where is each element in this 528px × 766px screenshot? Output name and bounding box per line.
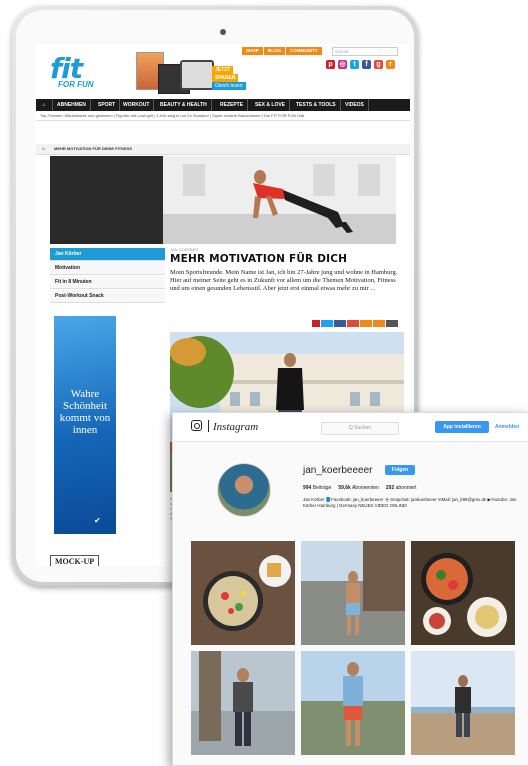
home-icon[interactable]: ⌂ [36,99,53,111]
googleplus-share-icon[interactable] [347,320,359,327]
facebook-icon[interactable]: f [362,60,371,69]
camera-icon [220,29,226,35]
instagram-logo[interactable]: Instagram [213,421,258,433]
instagram-icon[interactable]: ◎ [338,60,347,69]
blog-link[interactable]: BLOG [264,47,285,55]
sidebar-item-jan-koerber[interactable]: Jan Körber [50,248,165,261]
rss-icon[interactable]: r [386,60,395,69]
nav-item[interactable]: TESTS & TOOLS [292,99,341,111]
nav-item[interactable]: WORKOUT [119,99,155,111]
hero-dark-panel [50,156,163,244]
ad-logo-icon: ✔ [94,516,101,525]
shop-link[interactable]: SHOP [242,47,263,55]
follow-button[interactable]: Folgen [385,465,415,475]
posts-label: Beiträge [312,485,332,491]
article-lead: Moin Sportsfreunde. Mein Name ist Jan, i… [170,269,398,292]
nav-item[interactable]: SEX & LOVE [251,99,291,111]
site-search-input[interactable]: SUCHE [332,47,398,56]
nav-item[interactable]: ABNEHMEN [53,99,91,111]
community-link[interactable]: COMMUNITY [286,47,322,55]
main-nav: ⌂ ABNEHMEN SPORT WORKOUT BEAUTY & HEALTH… [36,99,410,111]
advertisement-banner[interactable]: Wahre Schönheit kommt von innen ✔ [54,316,116,534]
breadcrumb-item[interactable]: MEHR MOTIVATION FÜR DEINE FITNESS [54,144,132,154]
instagram-search-input[interactable]: Q Suchen [321,422,399,435]
profile-stats: 994 Beiträge 59,6k Abonnenten 292 abonni… [303,485,416,491]
googleplus-icon[interactable]: g [374,60,383,69]
following-count[interactable]: 292 [386,485,394,491]
home-icon[interactable]: ⌂ [42,144,45,154]
photo-grid-item[interactable] [191,651,295,755]
more-share-icon[interactable] [386,320,398,327]
instagram-profile-page: Instagram Q Suchen App installieren Anme… [172,412,528,766]
profile-username: jan_koerbeeeer [303,465,373,476]
photo-grid-item[interactable] [301,651,405,755]
followers-label[interactable]: Abonnenten [352,485,379,491]
nav-item[interactable]: BEAUTY & HEALTH [156,99,212,111]
mail-share-icon[interactable] [360,320,372,327]
facebook-share-icon[interactable] [334,320,346,327]
promo-tag[interactable]: JETZT [212,66,234,74]
photo-grid-item[interactable] [411,541,515,645]
photo-grid-item[interactable] [411,651,515,755]
top-themes-bar[interactable]: Top-Themen: Milchshakes und gewinnen | F… [36,112,410,121]
instagram-camera-icon[interactable] [191,420,202,431]
nav-item[interactable]: REZEPTE [216,99,249,111]
login-link[interactable]: Anmelden [495,421,519,433]
install-app-button[interactable]: App installieren [435,421,489,433]
following-label[interactable]: abonniert [396,485,417,491]
photo-grid-item[interactable] [301,541,405,645]
promo-tag[interactable]: Gleich lesen [212,82,246,90]
twitter-icon[interactable]: t [350,60,359,69]
photo-grid-item[interactable] [191,541,295,645]
breadcrumb: ⌂ MEHR MOTIVATION FÜR DEINE FITNESS [36,144,410,155]
hero-image [163,156,396,244]
sidebar-item-snack[interactable]: Post-Workout Snack [50,290,165,303]
profile-bio: Jan Körber 📘Facebook: jan_koerbeeeer 👻Sn… [303,497,517,508]
promo-tag[interactable]: SPAREN [212,74,239,82]
sidebar-item-motivation[interactable]: Motivation [50,262,165,275]
avatar[interactable] [217,463,271,517]
posts-count: 994 [303,485,312,491]
followers-count[interactable]: 59,6k [338,485,351,491]
instagram-header: Instagram Q Suchen App installieren Anme… [173,413,528,442]
nav-item[interactable]: SPORT [94,99,121,111]
article-kicker: JAN KOERBER [170,247,199,252]
tablet-promo-image[interactable] [180,60,214,90]
article-headline: MEHR MOTIVATION FÜR DICH [170,253,348,265]
print-share-icon[interactable] [373,320,385,327]
twitter-share-icon[interactable] [321,320,333,327]
site-logo-sub: FOR FUN [58,80,94,89]
nav-item[interactable]: VIDEOS [341,99,369,111]
header-divider [208,420,209,432]
ad-text: Wahre Schönheit kommt von innen [59,388,111,436]
pinterest-share-icon[interactable] [312,320,320,327]
workout-photo [163,156,396,244]
mockup-label: MOCK-UP [50,555,100,566]
sidebar-item-fit[interactable]: Fit in 8 Minuten [50,276,165,289]
pinterest-icon[interactable]: p [326,60,335,69]
